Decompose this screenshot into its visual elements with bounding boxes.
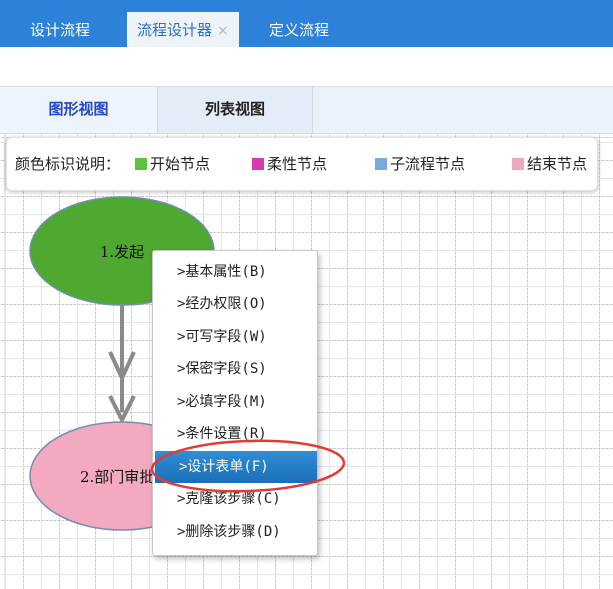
menu-item-required-fields[interactable]: >必填字段(M)	[153, 386, 317, 418]
legend-label: 子流程节点	[390, 155, 466, 173]
swatch-icon	[512, 158, 524, 170]
menu-item-delete-step[interactable]: >删除该步骤(D)	[153, 516, 317, 548]
menu-item-design-form[interactable]: >设计表单(F)	[155, 451, 317, 483]
swatch-icon	[252, 158, 264, 170]
swatch-icon	[135, 158, 147, 170]
menu-item-condition-settings[interactable]: >条件设置(R)	[153, 418, 317, 450]
color-legend: 颜色标识说明： 开始节点 柔性节点 子流程节点 结束节点	[6, 137, 598, 191]
menu-item-secret-fields[interactable]: >保密字段(S)	[153, 353, 317, 385]
legend-item-subprocess: 子流程节点	[375, 138, 465, 190]
legend-title: 颜色标识说明：	[15, 155, 121, 173]
menu-item-basic-properties[interactable]: >基本属性(B)	[153, 256, 317, 288]
context-menu: >基本属性(B) >经办权限(O) >可写字段(W) >保密字段(S) >必填字…	[152, 250, 318, 556]
node-label: 1.发起	[100, 243, 144, 261]
legend-label: 结束节点	[527, 155, 588, 173]
legend-label: 开始节点	[150, 155, 211, 173]
legend-item-start: 开始节点	[135, 138, 210, 190]
legend-item-flexible: 柔性节点	[252, 138, 327, 190]
menu-item-clone-step[interactable]: >克隆该步骤(C)	[153, 483, 317, 515]
node-label: 2.部门审批	[80, 468, 154, 486]
legend-item-end: 结束节点	[512, 138, 587, 190]
menu-item-handling-permissions[interactable]: >经办权限(O)	[153, 288, 317, 320]
swatch-icon	[375, 158, 387, 170]
menu-item-writable-fields[interactable]: >可写字段(W)	[153, 321, 317, 353]
legend-label: 柔性节点	[267, 155, 328, 173]
